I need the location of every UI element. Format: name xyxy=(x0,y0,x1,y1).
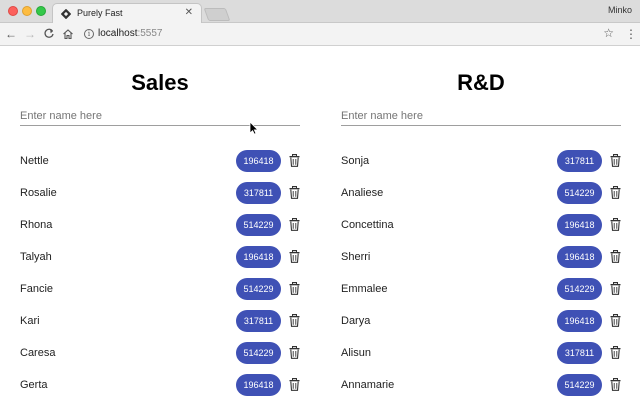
delete-trash-icon[interactable] xyxy=(610,282,621,295)
delete-trash-icon[interactable] xyxy=(610,314,621,327)
value-badge: 514229 xyxy=(236,278,281,300)
delete-trash-icon[interactable] xyxy=(610,154,621,167)
list-item: Sherri 196418 xyxy=(341,242,621,274)
forward-icon[interactable]: → xyxy=(22,26,38,42)
employee-name: Gerta xyxy=(20,379,48,391)
list-item: Rosalie 317811 xyxy=(20,178,300,210)
list-item: Rhona 514229 xyxy=(20,210,300,242)
value-badge: 514229 xyxy=(557,182,602,204)
employee-name: Rhona xyxy=(20,219,53,231)
maximize-window-icon[interactable] xyxy=(36,6,46,16)
delete-trash-icon[interactable] xyxy=(289,346,300,359)
value-badge: 317811 xyxy=(236,182,281,204)
list-item: Sonja 317811 xyxy=(341,146,621,178)
list-item: Gerta 196418 xyxy=(20,370,300,402)
new-tab-button[interactable] xyxy=(203,8,231,21)
employee-name: Concettina xyxy=(341,219,394,231)
value-badge: 196418 xyxy=(557,246,602,268)
list-item: Emmalee 514229 xyxy=(341,274,621,306)
list-item: Darya 196418 xyxy=(341,306,621,338)
employee-name: Talyah xyxy=(20,251,52,263)
employee-name: Darya xyxy=(341,315,371,327)
browser-tab[interactable]: Purely Fast ✕ xyxy=(52,3,202,24)
employee-name: Rosalie xyxy=(20,187,57,199)
list-item: Alisun 317811 xyxy=(341,338,621,370)
site-info-icon[interactable]: i xyxy=(84,29,94,39)
list-item: Nettle 196418 xyxy=(20,146,300,178)
department-title: Sales xyxy=(131,70,189,95)
employee-list: Sonja 317811 Analiese 514229 Concettina 19641… xyxy=(341,146,621,402)
list-item: Caresa 514229 xyxy=(20,338,300,370)
value-badge: 196418 xyxy=(236,246,281,268)
value-badge: 196418 xyxy=(236,150,281,172)
value-badge: 196418 xyxy=(557,310,602,332)
value-badge: 317811 xyxy=(557,342,602,364)
delete-trash-icon[interactable] xyxy=(289,250,300,263)
value-badge: 317811 xyxy=(236,310,281,332)
tab-close-icon[interactable]: ✕ xyxy=(185,7,193,19)
browser-toolbar: ← → i localhost:5557 ☆ ⋮ xyxy=(0,23,640,46)
value-badge: 514229 xyxy=(557,374,602,396)
delete-trash-icon[interactable] xyxy=(610,218,621,231)
tab-title: Purely Fast xyxy=(77,8,123,18)
employee-name: Fancie xyxy=(20,283,54,295)
angular-logo-icon xyxy=(60,8,72,20)
close-window-icon[interactable] xyxy=(8,6,18,16)
employee-name: Nettle xyxy=(20,155,49,167)
reload-icon[interactable] xyxy=(41,26,57,42)
delete-trash-icon[interactable] xyxy=(289,378,300,391)
delete-trash-icon[interactable] xyxy=(610,378,621,391)
value-badge: 514229 xyxy=(557,278,602,300)
delete-trash-icon[interactable] xyxy=(610,250,621,263)
delete-trash-icon[interactable] xyxy=(289,314,300,327)
list-item: Fancie 514229 xyxy=(20,274,300,306)
profile-name[interactable]: Minko xyxy=(608,5,632,15)
employee-name: Kari xyxy=(20,315,40,327)
url-text: localhost:5557 xyxy=(98,28,163,39)
bookmark-star-icon[interactable]: ☆ xyxy=(603,26,614,40)
home-icon[interactable] xyxy=(60,26,76,42)
name-input[interactable] xyxy=(341,106,621,126)
value-badge: 514229 xyxy=(236,214,281,236)
address-bar[interactable]: i localhost:5557 ☆ xyxy=(80,26,618,43)
employee-name: Sonja xyxy=(341,155,370,167)
list-item: Analiese 514229 xyxy=(341,178,621,210)
value-badge: 196418 xyxy=(236,374,281,396)
browser-menu-icon[interactable]: ⋮ xyxy=(625,26,637,42)
delete-trash-icon[interactable] xyxy=(610,186,621,199)
employee-name: Analiese xyxy=(341,187,384,199)
employee-name: Alisun xyxy=(341,347,371,359)
delete-trash-icon[interactable] xyxy=(289,154,300,167)
employee-name: Emmalee xyxy=(341,283,388,295)
delete-trash-icon[interactable] xyxy=(610,346,621,359)
value-badge: 196418 xyxy=(557,214,602,236)
list-item: Concettina 196418 xyxy=(341,210,621,242)
employee-name: Annamarie xyxy=(341,379,395,391)
minimize-window-icon[interactable] xyxy=(22,6,32,16)
list-item: Talyah 196418 xyxy=(20,242,300,274)
delete-trash-icon[interactable] xyxy=(289,282,300,295)
url-port: :5557 xyxy=(137,28,163,39)
department-title: R&D xyxy=(457,70,505,95)
url-host: localhost xyxy=(98,28,138,39)
delete-trash-icon[interactable] xyxy=(289,218,300,231)
back-icon[interactable]: ← xyxy=(3,26,19,42)
employee-list: Nettle 196418 Rosalie 317811 Rhona 514229 Taly… xyxy=(20,146,300,402)
employee-name: Caresa xyxy=(20,347,56,359)
list-item: Annamarie 514229 xyxy=(341,370,621,402)
employee-name: Sherri xyxy=(341,251,371,263)
browser-tab-bar: Purely Fast ✕ Minko xyxy=(0,0,640,24)
value-badge: 514229 xyxy=(236,342,281,364)
value-badge: 317811 xyxy=(557,150,602,172)
delete-trash-icon[interactable] xyxy=(289,186,300,199)
list-item: Kari 317811 xyxy=(20,306,300,338)
mouse-cursor-icon xyxy=(249,121,259,135)
